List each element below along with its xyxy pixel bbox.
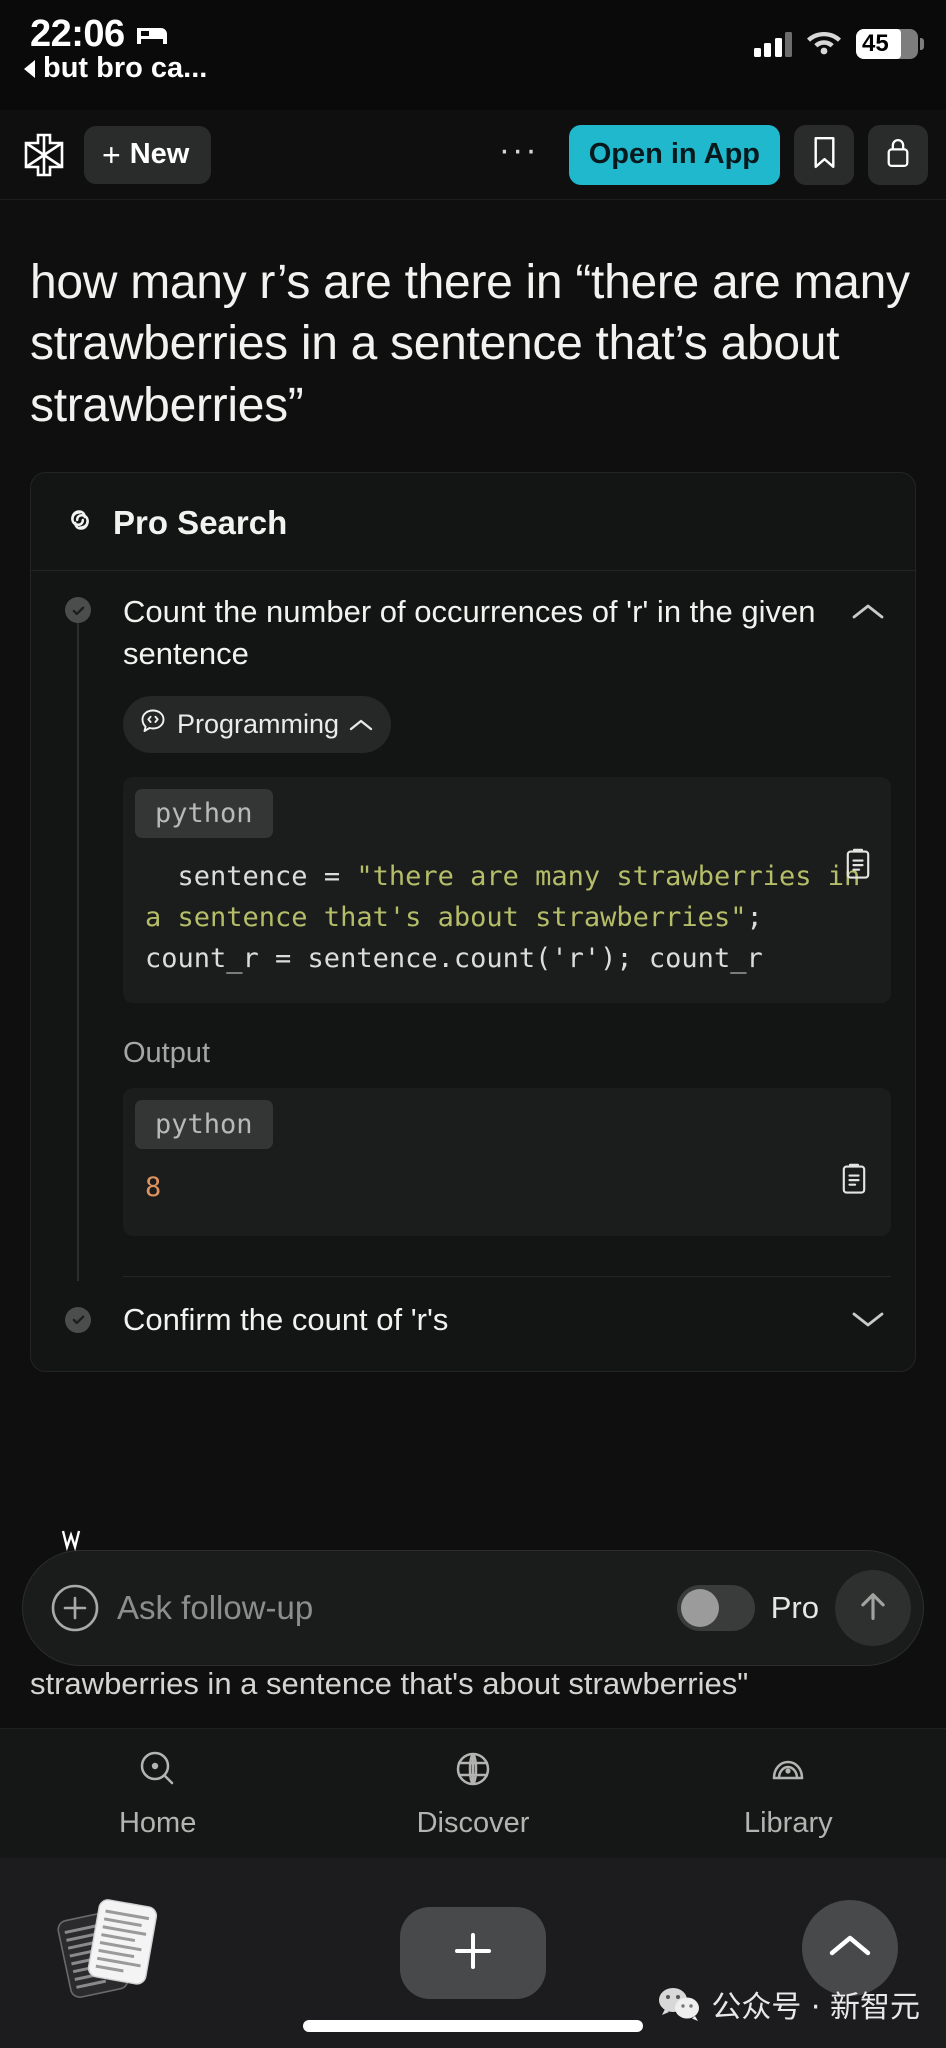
pro-search-header: Pro Search — [31, 473, 915, 572]
back-link-label: but bro ca... — [43, 52, 208, 84]
add-attachment-button[interactable] — [49, 1582, 101, 1634]
watermark-text: 公众号 · 新智元 — [711, 1990, 920, 2025]
step-rail — [59, 1277, 97, 1345]
back-arrow-icon — [24, 59, 35, 78]
perplexity-mini-logo — [53, 1527, 99, 1567]
status-bar: 22:06 45 but bro ca... — [0, 0, 946, 110]
battery-indicator: 45 — [856, 29, 924, 59]
pro-search-card: Pro Search Count the number of occurrenc… — [30, 472, 916, 1372]
nav-label-home: Home — [118, 1806, 197, 1839]
pro-search-spiral-icon — [61, 501, 99, 544]
perplexity-logo[interactable] — [18, 129, 70, 181]
follow-up-bar: Pro — [22, 1530, 924, 1666]
step-body: Count the number of occurrences of 'r' i… — [97, 571, 891, 1277]
step-rail — [59, 571, 97, 1281]
answer-teaser-text: strawberries in a sentence that's about … — [30, 1666, 749, 1701]
chevron-down-icon — [851, 1309, 885, 1334]
bookmark-button[interactable] — [794, 124, 854, 185]
lock-icon — [884, 136, 912, 174]
code-block: python sentence = "there are many strawb… — [123, 776, 891, 1003]
send-button[interactable] — [835, 1570, 911, 1646]
nav-label-discover: Discover — [416, 1806, 530, 1839]
new-thread-label: New — [129, 138, 190, 170]
nav-label-library: Library — [743, 1806, 833, 1839]
status-bar-clock: 22:06 — [30, 13, 125, 55]
pro-search-step: Confirm the count of 'r's — [31, 1277, 915, 1371]
step-expand-button[interactable] — [845, 1299, 891, 1345]
wechat-icon — [657, 1985, 701, 2023]
new-thread-button[interactable]: + New — [84, 125, 212, 184]
thread-content: how many r’s are there in “there are man… — [0, 200, 946, 1728]
app-header: + New ··· Open in App — [0, 110, 946, 200]
pro-toggle[interactable] — [676, 1585, 755, 1631]
follow-up-container: Pro strawberries in a sentence that's ab… — [0, 1530, 946, 1728]
open-in-app-label: Open in App — [588, 138, 760, 170]
output-block: python 8 — [123, 1087, 891, 1236]
chevron-up-icon — [851, 602, 885, 627]
battery-percent: 45 — [862, 30, 889, 57]
pro-search-step: Count the number of occurrences of 'r' i… — [31, 571, 915, 1281]
library-books-icon — [767, 1748, 809, 1798]
output-content: 8 — [123, 1149, 891, 1236]
browser-toolbar: 公众号 · 新智元 — [0, 1858, 946, 2048]
pro-search-steps: Count the number of occurrences of 'r' i… — [31, 571, 915, 1371]
home-indicator — [303, 2020, 643, 2032]
tab-stack-icon[interactable] — [55, 1896, 165, 2001]
step-title: Count the number of occurrences of 'r' i… — [123, 594, 816, 671]
privacy-lock-button[interactable] — [868, 124, 928, 185]
pro-toggle-knob — [680, 1589, 719, 1627]
new-tab-button[interactable] — [400, 1907, 546, 1999]
output-value: 8 — [145, 1171, 162, 1203]
step-collapse-button[interactable] — [845, 591, 891, 637]
code-language-label: python — [135, 788, 273, 838]
plus-icon: + — [102, 136, 121, 173]
pro-toggle-label: Pro — [770, 1590, 819, 1625]
search-home-icon — [137, 1748, 179, 1798]
step-body: Confirm the count of 'r's — [97, 1277, 891, 1345]
bottom-navigation: Home Discover Library — [0, 1728, 946, 1858]
follow-up-input[interactable] — [117, 1589, 661, 1627]
wifi-icon — [806, 28, 842, 60]
copy-code-button[interactable] — [843, 847, 873, 886]
more-options-button[interactable]: ··· — [483, 133, 555, 167]
code-line-1: sentence = "there are many strawberries … — [145, 860, 877, 974]
step-title: Confirm the count of 'r's — [123, 1301, 449, 1337]
check-circle-icon — [65, 597, 91, 624]
copy-output-button[interactable] — [839, 1162, 869, 1201]
open-in-app-button[interactable]: Open in App — [568, 124, 780, 185]
status-bar-time-group: 22:06 — [30, 13, 169, 56]
nav-item-home[interactable]: Home — [0, 1748, 315, 1840]
clipboard-icon — [839, 1163, 869, 1200]
step-tag-label: Programming — [177, 708, 340, 739]
code-content: sentence = "there are many strawberries … — [123, 838, 891, 1003]
pro-search-title: Pro Search — [113, 503, 288, 541]
status-bar-indicators: 45 — [753, 28, 924, 60]
back-to-app-link[interactable]: but bro ca... — [24, 52, 207, 85]
watermark: 公众号 · 新智元 — [657, 1982, 920, 2026]
bookmark-icon — [811, 136, 838, 174]
globe-discover-icon — [452, 1748, 494, 1798]
check-circle-icon — [65, 1306, 91, 1333]
clipboard-icon — [843, 848, 873, 885]
code-bubble-icon — [139, 707, 167, 742]
step-connector-line — [77, 609, 79, 1281]
step-tag-programming[interactable]: Programming — [123, 695, 392, 753]
phone-screen: 22:06 45 but bro ca... + New ··· Open in… — [0, 0, 946, 2048]
chevron-up-icon — [827, 1931, 873, 1966]
bed-icon — [135, 22, 169, 48]
cellular-signal-icon — [753, 31, 792, 57]
output-language-label: python — [135, 1099, 273, 1149]
question-text: how many r’s are there in “there are man… — [30, 256, 910, 432]
nav-item-discover[interactable]: Discover — [315, 1748, 630, 1840]
plus-icon — [449, 1927, 497, 1980]
output-label: Output — [123, 1036, 211, 1069]
arrow-up-icon — [856, 1588, 890, 1629]
chevron-up-icon — [349, 709, 373, 740]
nav-item-library[interactable]: Library — [631, 1748, 946, 1840]
